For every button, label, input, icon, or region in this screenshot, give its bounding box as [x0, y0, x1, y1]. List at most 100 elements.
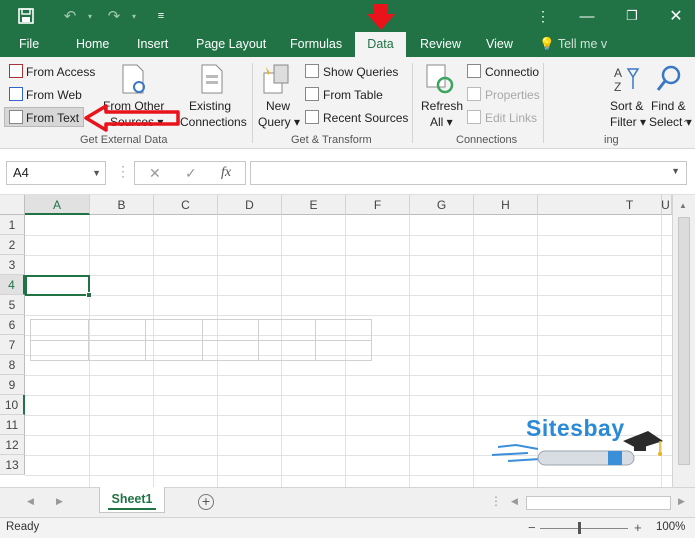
scroll-left-icon[interactable]: ◀	[511, 496, 518, 507]
undo-icon[interactable]: ↶	[60, 6, 80, 26]
row-header[interactable]: 8	[0, 355, 25, 375]
scroll-right-icon[interactable]: ▶	[678, 496, 685, 507]
close-icon[interactable]: ✕	[666, 6, 686, 26]
group-separator	[412, 63, 413, 143]
scroll-up-icon[interactable]: ▲	[679, 201, 687, 210]
row-header[interactable]: 2	[0, 235, 25, 255]
logo-text: Sitesbay	[526, 415, 625, 441]
ribbon-options-icon[interactable]: ⋮	[533, 6, 553, 26]
zoom-out-icon[interactable]: −	[528, 520, 536, 535]
tab-home[interactable]: Home	[67, 32, 118, 57]
insert-function-icon[interactable]: fx	[221, 165, 231, 181]
show-queries-button[interactable]: Show Queries	[323, 65, 398, 79]
other-sources-icon	[122, 64, 145, 94]
from-table-button[interactable]: From Table	[323, 88, 383, 102]
column-header[interactable]: H	[474, 195, 538, 215]
row-header[interactable]: 7	[0, 335, 25, 355]
edit-links-button[interactable]: Edit Links	[485, 111, 537, 125]
gridline	[25, 475, 672, 476]
tab-formulas[interactable]: Formulas	[281, 32, 351, 57]
active-cell-a4[interactable]	[25, 275, 92, 298]
from-text-button[interactable]: From Text	[26, 111, 79, 125]
properties-button[interactable]: Properties	[485, 88, 540, 102]
enter-icon[interactable]: ✓	[185, 165, 197, 182]
row-header[interactable]: 9	[0, 375, 25, 395]
name-box[interactable]: A4 ▼	[6, 161, 106, 185]
tab-page-layout[interactable]: Page Layout	[187, 32, 275, 57]
from-access-button[interactable]: From Access	[26, 65, 95, 79]
column-header[interactable]: B	[90, 195, 154, 215]
row-header[interactable]: 6	[0, 315, 25, 335]
restore-icon[interactable]: ❐	[622, 6, 642, 26]
column-header[interactable]: D	[218, 195, 282, 215]
web-icon	[9, 87, 23, 101]
tell-me-search[interactable]: 💡 Tell me v	[530, 32, 616, 57]
zoom-in-icon[interactable]: +	[634, 520, 642, 535]
row-header[interactable]: 10	[0, 395, 25, 415]
column-header[interactable]: T	[538, 195, 662, 215]
vertical-scrollbar[interactable]: ▲	[672, 195, 695, 487]
save-icon[interactable]	[16, 6, 36, 26]
expand-formula-bar-icon[interactable]: ▼	[671, 166, 680, 176]
refresh-all-button[interactable]: Refresh	[421, 99, 463, 113]
tab-review[interactable]: Review	[411, 32, 470, 57]
tab-file[interactable]: File	[10, 32, 48, 57]
recent-sources-button[interactable]: Recent Sources	[323, 111, 408, 125]
zoom-level[interactable]: 100%	[656, 521, 685, 533]
collapse-ribbon-icon[interactable]: ⌃	[682, 119, 690, 130]
cancel-icon[interactable]: ✕	[149, 165, 161, 182]
add-sheet-icon[interactable]: +	[198, 494, 214, 510]
prev-sheet-icon[interactable]: ◀	[27, 496, 34, 507]
zoom-slider[interactable]	[540, 528, 628, 529]
row-header[interactable]: 4	[0, 275, 25, 295]
column-header[interactable]: U	[662, 195, 672, 215]
from-web-button[interactable]: From Web	[26, 88, 82, 102]
redo-dropdown-icon[interactable]: ▾	[124, 6, 144, 26]
row-header[interactable]: 3	[0, 255, 25, 275]
row-header[interactable]: 5	[0, 295, 25, 315]
row-header[interactable]: 1	[0, 215, 25, 235]
from-other-sources-button[interactable]: From Other	[103, 99, 164, 113]
group-get-external-data: Get External Data	[80, 134, 168, 146]
formula-bar-handle-icon[interactable]: ⋮	[116, 163, 130, 180]
column-header[interactable]: C	[154, 195, 218, 215]
worksheet-grid[interactable]: A B C D E F G H T U 1 2 3 4 5 6 7 8 9 10…	[0, 195, 695, 487]
horizontal-scrollbar[interactable]	[526, 496, 671, 510]
gridline	[409, 215, 410, 487]
existing-connections-button[interactable]: Existing	[189, 99, 231, 113]
column-header[interactable]: A	[25, 195, 90, 215]
redo-icon[interactable]: ↷	[104, 6, 124, 26]
column-header[interactable]: G	[410, 195, 474, 215]
group-separator	[543, 63, 544, 143]
tab-view[interactable]: View	[477, 32, 522, 57]
scrollbar-thumb[interactable]	[678, 217, 690, 465]
tab-data[interactable]: Data	[355, 32, 406, 57]
row-header[interactable]: 12	[0, 435, 25, 455]
customize-toolbar-icon[interactable]: ≡	[151, 6, 171, 26]
sort-filter-button[interactable]: Sort &	[610, 99, 643, 113]
row-header[interactable]: 13	[0, 455, 25, 475]
name-box-dropdown-icon[interactable]: ▼	[92, 162, 101, 184]
sheet-tab-sheet1[interactable]: Sheet1	[99, 487, 165, 513]
new-query-button[interactable]: New	[266, 99, 290, 113]
row-header[interactable]: 11	[0, 415, 25, 435]
tab-insert[interactable]: Insert	[128, 32, 177, 57]
minimize-icon[interactable]: —	[577, 6, 597, 26]
edit-links-icon	[467, 110, 481, 124]
fill-handle[interactable]	[86, 292, 92, 298]
tab-split-handle-icon[interactable]: ⋮	[490, 494, 502, 508]
find-magnifier-icon	[656, 65, 681, 91]
find-select-button[interactable]: Find &	[651, 99, 686, 113]
column-header[interactable]: E	[282, 195, 346, 215]
table-icon	[305, 87, 319, 101]
formula-input[interactable]: ▼	[250, 161, 687, 185]
properties-icon	[467, 87, 481, 101]
next-sheet-icon[interactable]: ▶	[56, 496, 63, 507]
refresh-icon	[426, 64, 454, 94]
select-all-corner[interactable]	[0, 195, 25, 215]
zoom-slider-thumb[interactable]	[578, 522, 581, 534]
undo-dropdown-icon[interactable]: ▾	[80, 6, 100, 26]
status-bar: Ready − + 100%	[0, 517, 695, 538]
column-header[interactable]: F	[346, 195, 410, 215]
connections-button[interactable]: Connectio	[485, 65, 539, 79]
